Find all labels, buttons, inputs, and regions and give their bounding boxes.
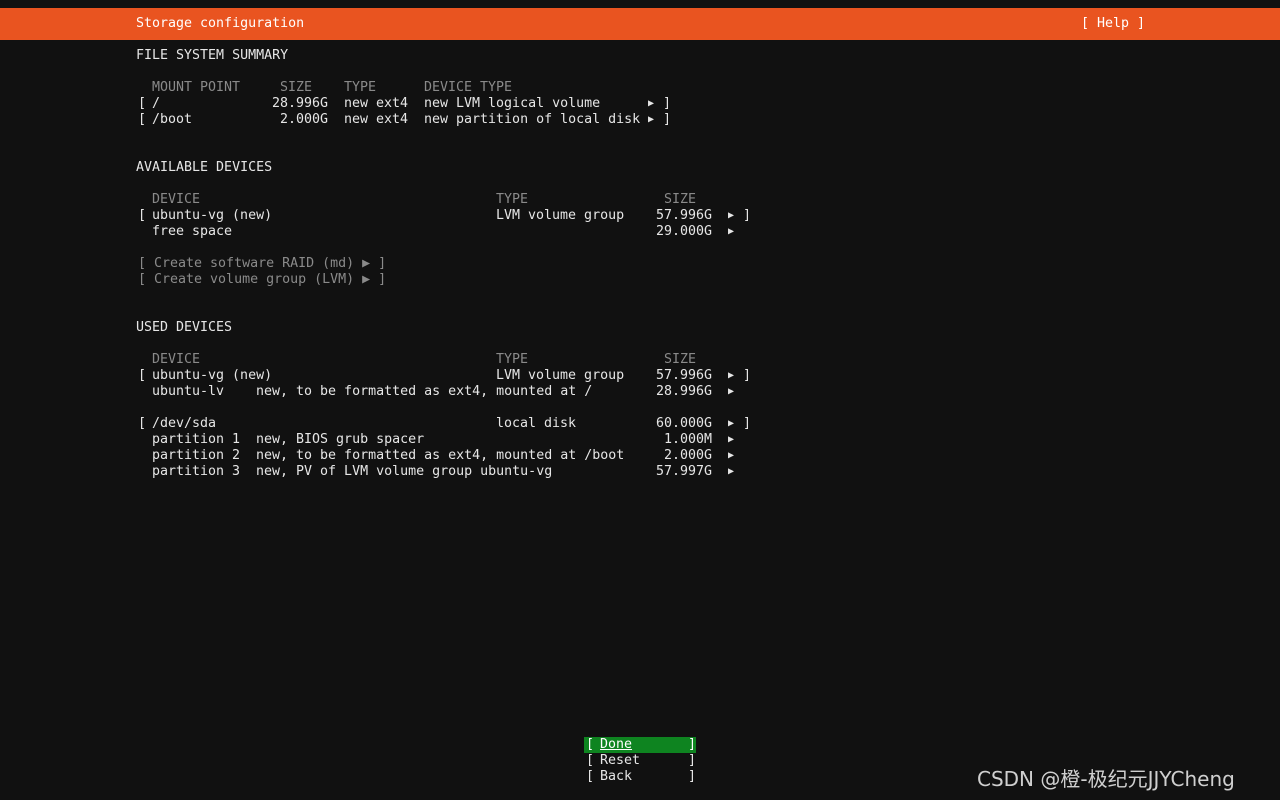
partition-size: 1.000M: [663, 432, 712, 447]
col-mount-point: MOUNT POINT: [152, 80, 241, 95]
arrow-right-icon: ▶: [648, 98, 655, 109]
page-title: Storage configuration: [136, 16, 305, 31]
watermark: CSDN @橙-极纪元JJYCheng: [977, 767, 1235, 791]
partition-size: 57.997G: [655, 464, 712, 479]
header-bar: Storage configuration [ Help ]: [0, 8, 1280, 40]
arrow-right-icon: ▶: [728, 450, 735, 461]
fs-mount: /boot: [152, 112, 193, 127]
col-size: SIZE: [280, 80, 313, 95]
available-row-free-space[interactable]: free space 29.000G ▶: [136, 224, 756, 240]
device-size: 28.996G: [655, 384, 712, 399]
fs-device-type: new partition of local disk: [424, 112, 641, 127]
col-size: SIZE: [664, 352, 697, 367]
fs-device-type: new LVM logical volume: [424, 96, 601, 111]
partition-desc: new, BIOS grub spacer: [256, 432, 425, 447]
used-row-ubuntu-vg[interactable]: [ ubuntu-vg (new) LVM volume group 57.99…: [136, 368, 756, 384]
partition-desc: new, PV of LVM volume group ubuntu-vg: [256, 464, 553, 479]
used-row-partition-2[interactable]: partition 2 new, to be formatted as ext4…: [136, 448, 756, 464]
used-row-partition-3[interactable]: partition 3 new, PV of LVM volume group …: [136, 464, 756, 480]
arrow-right-icon: ▶: [728, 210, 735, 221]
partition-desc: new, to be formatted as ext4, mounted at…: [256, 448, 625, 463]
reset-button[interactable]: [ Reset ]: [584, 753, 696, 769]
used-row-ubuntu-lv[interactable]: ubuntu-lv new, to be formatted as ext4, …: [136, 384, 756, 400]
device-name: ubuntu-vg (new): [152, 208, 273, 223]
available-row-ubuntu-vg[interactable]: [ ubuntu-vg (new) LVM volume group 57.99…: [136, 208, 756, 224]
device-name: /dev/sda: [152, 416, 217, 431]
top-strip: [0, 0, 1280, 8]
device-name: free space: [152, 224, 233, 239]
device-desc: new, to be formatted as ext4, mounted at…: [256, 384, 593, 399]
arrow-right-icon: ▶: [728, 418, 735, 429]
available-columns: DEVICE TYPE SIZE: [136, 192, 696, 208]
fs-summary-heading: FILE SYSTEM SUMMARY: [136, 48, 289, 63]
fs-size: 28.996G: [271, 96, 328, 111]
fs-size: 2.000G: [279, 112, 328, 127]
device-size: 29.000G: [655, 224, 712, 239]
done-label: Done: [600, 737, 633, 752]
used-row-dev-sda[interactable]: [ /dev/sda local disk 60.000G ▶ ]: [136, 416, 756, 432]
fs-type: new ext4: [344, 96, 409, 111]
back-label: Back: [600, 769, 633, 784]
fs-mount: /: [152, 96, 161, 111]
done-button[interactable]: [ Done ]: [584, 737, 696, 753]
col-device: DEVICE: [152, 192, 201, 207]
device-size: 57.996G: [655, 208, 712, 223]
back-button[interactable]: [ Back ]: [584, 769, 696, 785]
col-type: TYPE: [344, 80, 377, 95]
create-raid-button[interactable]: [ Create software RAID (md) ▶ ]: [136, 256, 386, 272]
partition-size: 2.000G: [663, 448, 712, 463]
fs-type: new ext4: [344, 112, 409, 127]
reset-label: Reset: [600, 753, 641, 768]
help-button[interactable]: [ Help ]: [1081, 16, 1145, 32]
fs-row-root[interactable]: [ / 28.996G new ext4 new LVM logical vol…: [136, 96, 676, 112]
used-columns: DEVICE TYPE SIZE: [136, 352, 696, 368]
col-device: DEVICE: [152, 352, 201, 367]
device-type: LVM volume group: [496, 208, 625, 223]
used-row-partition-1[interactable]: partition 1 new, BIOS grub spacer 1.000M…: [136, 432, 756, 448]
device-size: 60.000G: [655, 416, 712, 431]
arrow-right-icon: ▶: [728, 370, 735, 381]
arrow-right-icon: ▶: [728, 226, 735, 237]
col-type: TYPE: [496, 352, 529, 367]
arrow-right-icon: ▶: [728, 434, 735, 445]
device-name: ubuntu-vg (new): [152, 368, 273, 383]
available-heading: AVAILABLE DEVICES: [136, 160, 273, 175]
col-device-type: DEVICE TYPE: [424, 80, 513, 95]
used-heading: USED DEVICES: [136, 320, 233, 335]
device-type: LVM volume group: [496, 368, 625, 383]
partition-name: partition 2: [152, 448, 241, 463]
arrow-right-icon: ▶: [728, 466, 735, 477]
fs-row-boot[interactable]: [ /boot 2.000G new ext4 new partition of…: [136, 112, 676, 128]
create-volume-group-button[interactable]: [ Create volume group (LVM) ▶ ]: [136, 272, 386, 288]
col-size: SIZE: [664, 192, 697, 207]
fs-summary-columns: MOUNT POINT SIZE TYPE DEVICE TYPE: [136, 80, 512, 96]
arrow-right-icon: ▶: [728, 386, 735, 397]
device-size: 57.996G: [655, 368, 712, 383]
partition-name: partition 1: [152, 432, 241, 447]
arrow-right-icon: ▶: [648, 114, 655, 125]
device-type: local disk: [496, 416, 577, 431]
partition-name: partition 3: [152, 464, 241, 479]
device-name: ubuntu-lv: [152, 384, 225, 399]
col-type: TYPE: [496, 192, 529, 207]
